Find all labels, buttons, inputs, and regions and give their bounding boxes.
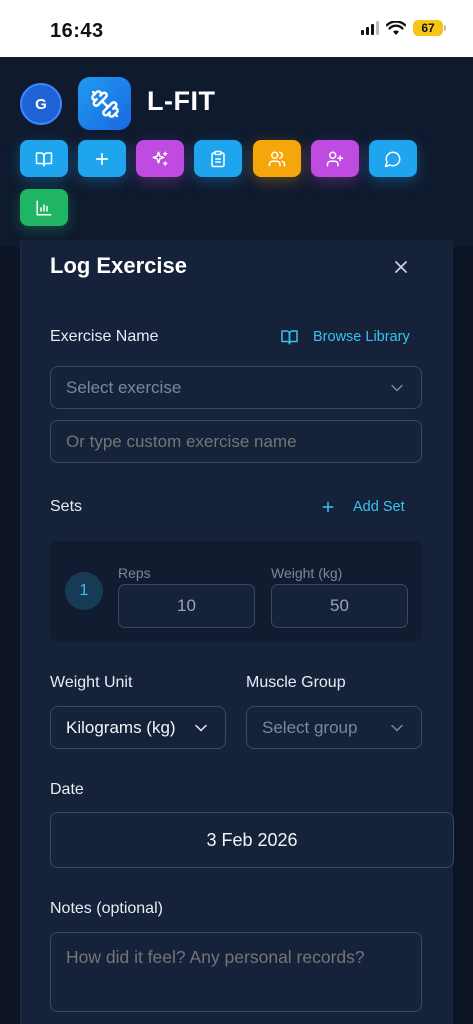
reps-input[interactable]: 10: [118, 584, 255, 628]
battery-icon: 67: [413, 20, 446, 36]
weight-value: 50: [330, 596, 349, 615]
exercise-select[interactable]: Select exercise: [50, 366, 422, 409]
nav-ai-button[interactable]: [136, 140, 184, 177]
status-bar: 16:43 67: [0, 0, 473, 57]
signal-icon: [361, 21, 379, 35]
custom-exercise-input[interactable]: [50, 420, 422, 463]
plus-icon: [95, 152, 109, 165]
notes-label: Notes (optional): [50, 900, 163, 917]
chevron-down-icon: [391, 384, 403, 392]
sets-label: Sets: [50, 498, 83, 515]
exercise-name-label: Exercise Name: [50, 328, 159, 345]
chat-icon: [384, 151, 401, 167]
nav-add-button[interactable]: [78, 140, 126, 177]
bar-chart-icon: [36, 200, 52, 215]
weight-unit-value: Kilograms (kg): [66, 717, 176, 737]
user-plus-icon: [326, 151, 344, 166]
nav-friends-button[interactable]: [253, 140, 301, 177]
browse-library-link[interactable]: Browse Library: [313, 329, 410, 345]
chevron-down-icon: [195, 724, 207, 732]
muscle-group-label: Muscle Group: [246, 674, 346, 691]
weight-unit-label: Weight Unit: [50, 674, 133, 691]
app-title: L-FIT: [147, 86, 216, 116]
nav-chat-button[interactable]: [369, 140, 417, 177]
book-open-icon: [281, 330, 298, 345]
add-set-button[interactable]: Add Set: [353, 499, 405, 515]
modal-title: Log Exercise: [50, 253, 187, 278]
reps-value: 10: [177, 596, 196, 615]
app-logo: [78, 77, 131, 130]
nav-library-button[interactable]: [20, 140, 68, 177]
date-value: 3 Feb 2026: [206, 829, 298, 850]
set-number-badge: 1: [65, 572, 103, 610]
date-input[interactable]: 3 Feb 2026: [50, 812, 454, 868]
close-icon[interactable]: [391, 257, 411, 277]
nav-stats-button[interactable]: [20, 189, 68, 226]
reps-label: Reps: [118, 565, 151, 581]
wifi-icon: [386, 20, 406, 35]
status-time: 16:43: [50, 20, 104, 42]
avatar[interactable]: G: [20, 83, 62, 125]
set-number: 1: [79, 582, 89, 599]
weight-label: Weight (kg): [271, 565, 343, 581]
status-icons: 67: [361, 20, 446, 36]
notes-textarea[interactable]: [50, 932, 422, 1012]
nav-add-friend-button[interactable]: [311, 140, 359, 177]
chevron-down-icon: [391, 724, 403, 732]
battery-level: 67: [421, 21, 435, 35]
book-open-icon: [35, 151, 53, 166]
dumbbell-icon: [90, 89, 119, 118]
muscle-group-placeholder: Select group: [262, 717, 358, 737]
plus-icon: [322, 501, 334, 513]
exercise-select-placeholder: Select exercise: [66, 377, 182, 397]
clipboard-icon: [211, 150, 225, 167]
weight-input[interactable]: 50: [271, 584, 408, 628]
users-icon: [268, 151, 286, 166]
date-label: Date: [50, 781, 84, 798]
avatar-initial: G: [35, 95, 47, 113]
nav-log-button[interactable]: [194, 140, 242, 177]
sparkles-icon: [152, 151, 168, 166]
